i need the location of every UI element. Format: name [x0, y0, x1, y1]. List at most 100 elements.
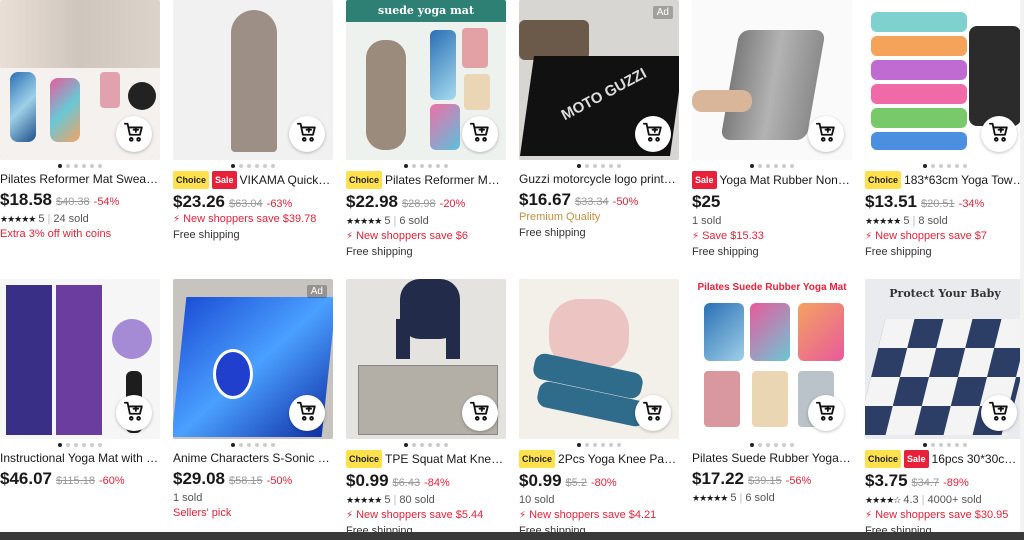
product-title[interactable]: ChoiceTPE Squat Mat Knee M... [346, 450, 506, 468]
product-title[interactable]: Pilates Suede Rubber Yoga M... [692, 450, 852, 466]
add-to-cart-button[interactable] [116, 116, 152, 152]
product-card[interactable]: Instructional Yoga Mat with C... $46.07 $… [0, 279, 160, 489]
carousel-dot[interactable] [758, 443, 762, 447]
product-card[interactable]: Sale Yoga Mat Rubber Non-sli... $25 1 sold… [692, 0, 852, 260]
carousel-dot[interactable] [404, 443, 408, 447]
image-carousel-dots[interactable] [173, 440, 333, 450]
carousel-dot[interactable] [271, 164, 275, 168]
carousel-dot[interactable] [766, 443, 770, 447]
product-title-text[interactable]: 183*63cm Yoga Towel ... [904, 172, 1024, 188]
image-carousel-dots[interactable] [173, 161, 333, 171]
carousel-dot[interactable] [74, 443, 78, 447]
carousel-dot[interactable] [939, 443, 943, 447]
carousel-dot[interactable] [428, 164, 432, 168]
carousel-dot[interactable] [766, 164, 770, 168]
carousel-dot[interactable] [955, 443, 959, 447]
carousel-dot[interactable] [963, 164, 967, 168]
product-image[interactable]: Pilates Suede Rubber Yoga Mat [692, 279, 852, 439]
carousel-dot[interactable] [790, 443, 794, 447]
product-title[interactable]: Guzzi motorcycle logo printed... [519, 171, 679, 187]
carousel-dot[interactable] [444, 164, 448, 168]
carousel-dot[interactable] [923, 164, 927, 168]
carousel-dot[interactable] [98, 164, 102, 168]
carousel-dot[interactable] [263, 443, 267, 447]
product-title[interactable]: Choice Pilates Reformer Mat S... [346, 171, 506, 189]
carousel-dot[interactable] [66, 164, 70, 168]
product-title-text[interactable]: 16pcs 30*30cm P... [932, 451, 1024, 467]
carousel-dot[interactable] [231, 443, 235, 447]
product-title-text[interactable]: TPE Squat Mat Knee M... [385, 451, 506, 467]
carousel-dot[interactable] [955, 164, 959, 168]
product-title-text[interactable]: Guzzi motorcycle logo printed... [519, 171, 679, 187]
product-image[interactable] [865, 0, 1024, 160]
carousel-dot[interactable] [609, 443, 613, 447]
carousel-dot[interactable] [782, 164, 786, 168]
carousel-dot[interactable] [271, 443, 275, 447]
carousel-dot[interactable] [601, 164, 605, 168]
image-carousel-dots[interactable] [519, 161, 679, 171]
carousel-dot[interactable] [923, 443, 927, 447]
carousel-dot[interactable] [239, 164, 243, 168]
image-carousel-dots[interactable] [346, 161, 506, 171]
carousel-dot[interactable] [790, 164, 794, 168]
carousel-dot[interactable] [420, 443, 424, 447]
carousel-dot[interactable] [90, 164, 94, 168]
product-title-text[interactable]: VIKAMA Quick-Dr... [240, 172, 333, 188]
carousel-dot[interactable] [947, 443, 951, 447]
carousel-dot[interactable] [609, 164, 613, 168]
product-title-text[interactable]: Instructional Yoga Mat with C... [0, 450, 160, 466]
carousel-dot[interactable] [239, 443, 243, 447]
add-to-cart-button[interactable] [981, 116, 1017, 152]
product-image[interactable]: MOTO GUZZI Ad [519, 0, 679, 160]
carousel-dot[interactable] [74, 164, 78, 168]
product-card[interactable]: Protect Your Baby Choice Sale 16pcs 30*30c… [865, 279, 1024, 539]
carousel-dot[interactable] [585, 443, 589, 447]
carousel-dot[interactable] [774, 164, 778, 168]
product-card[interactable]: ChoiceSaleVIKAMA Quick-Dr... $23.26 $63.0… [173, 0, 333, 243]
product-card[interactable]: suede yoga mat Choice Pilates Reformer Ma… [346, 0, 506, 260]
product-title[interactable]: Choice Sale 16pcs 30*30cm P... [865, 450, 1024, 468]
image-carousel-dots[interactable] [0, 161, 160, 171]
product-card[interactable]: Ad Anime Characters S-Sonic Ca... $29.08… [173, 279, 333, 521]
carousel-dot[interactable] [436, 164, 440, 168]
carousel-dot[interactable] [82, 443, 86, 447]
add-to-cart-button[interactable] [635, 116, 671, 152]
add-to-cart-button[interactable] [808, 116, 844, 152]
carousel-dot[interactable] [247, 443, 251, 447]
product-title[interactable]: Anime Characters S-Sonic Ca... [173, 450, 333, 466]
product-card[interactable]: Choice2Pcs Yoga Knee Pad C... $0.99$5.2-… [519, 279, 679, 539]
product-title-text[interactable]: Pilates Suede Rubber Yoga M... [692, 450, 852, 466]
carousel-dot[interactable] [58, 443, 62, 447]
carousel-dot[interactable] [82, 164, 86, 168]
product-card[interactable]: Pilates Suede Rubber Yoga Mat Pilates Su… [692, 279, 852, 506]
product-title[interactable]: ChoiceSaleVIKAMA Quick-Dr... [173, 171, 333, 189]
image-carousel-dots[interactable] [346, 440, 506, 450]
product-title-text[interactable]: Yoga Mat Rubber Non-sli... [720, 172, 852, 188]
product-card[interactable]: ChoiceTPE Squat Mat Knee M... $0.99$6.43… [346, 279, 506, 539]
carousel-dot[interactable] [963, 443, 967, 447]
product-image[interactable] [0, 279, 160, 439]
carousel-dot[interactable] [255, 443, 259, 447]
carousel-dot[interactable] [617, 443, 621, 447]
carousel-dot[interactable] [585, 164, 589, 168]
carousel-dot[interactable] [617, 164, 621, 168]
carousel-dot[interactable] [750, 164, 754, 168]
carousel-dot[interactable] [255, 164, 259, 168]
carousel-dot[interactable] [412, 164, 416, 168]
carousel-dot[interactable] [404, 164, 408, 168]
carousel-dot[interactable] [231, 164, 235, 168]
carousel-dot[interactable] [577, 443, 581, 447]
carousel-dot[interactable] [774, 443, 778, 447]
product-card[interactable]: Choice 183*63cm Yoga Towel ... $13.51 $20.… [865, 0, 1024, 260]
product-card[interactable]: MOTO GUZZI Ad Guzzi motorcycle logo print… [519, 0, 679, 241]
add-to-cart-button[interactable] [116, 395, 152, 431]
add-to-cart-button[interactable] [981, 395, 1017, 431]
carousel-dot[interactable] [758, 164, 762, 168]
product-image[interactable] [0, 0, 160, 160]
product-image[interactable] [173, 0, 333, 160]
carousel-dot[interactable] [263, 164, 267, 168]
carousel-dot[interactable] [90, 443, 94, 447]
carousel-dot[interactable] [420, 164, 424, 168]
add-to-cart-button[interactable] [289, 395, 325, 431]
carousel-dot[interactable] [436, 443, 440, 447]
